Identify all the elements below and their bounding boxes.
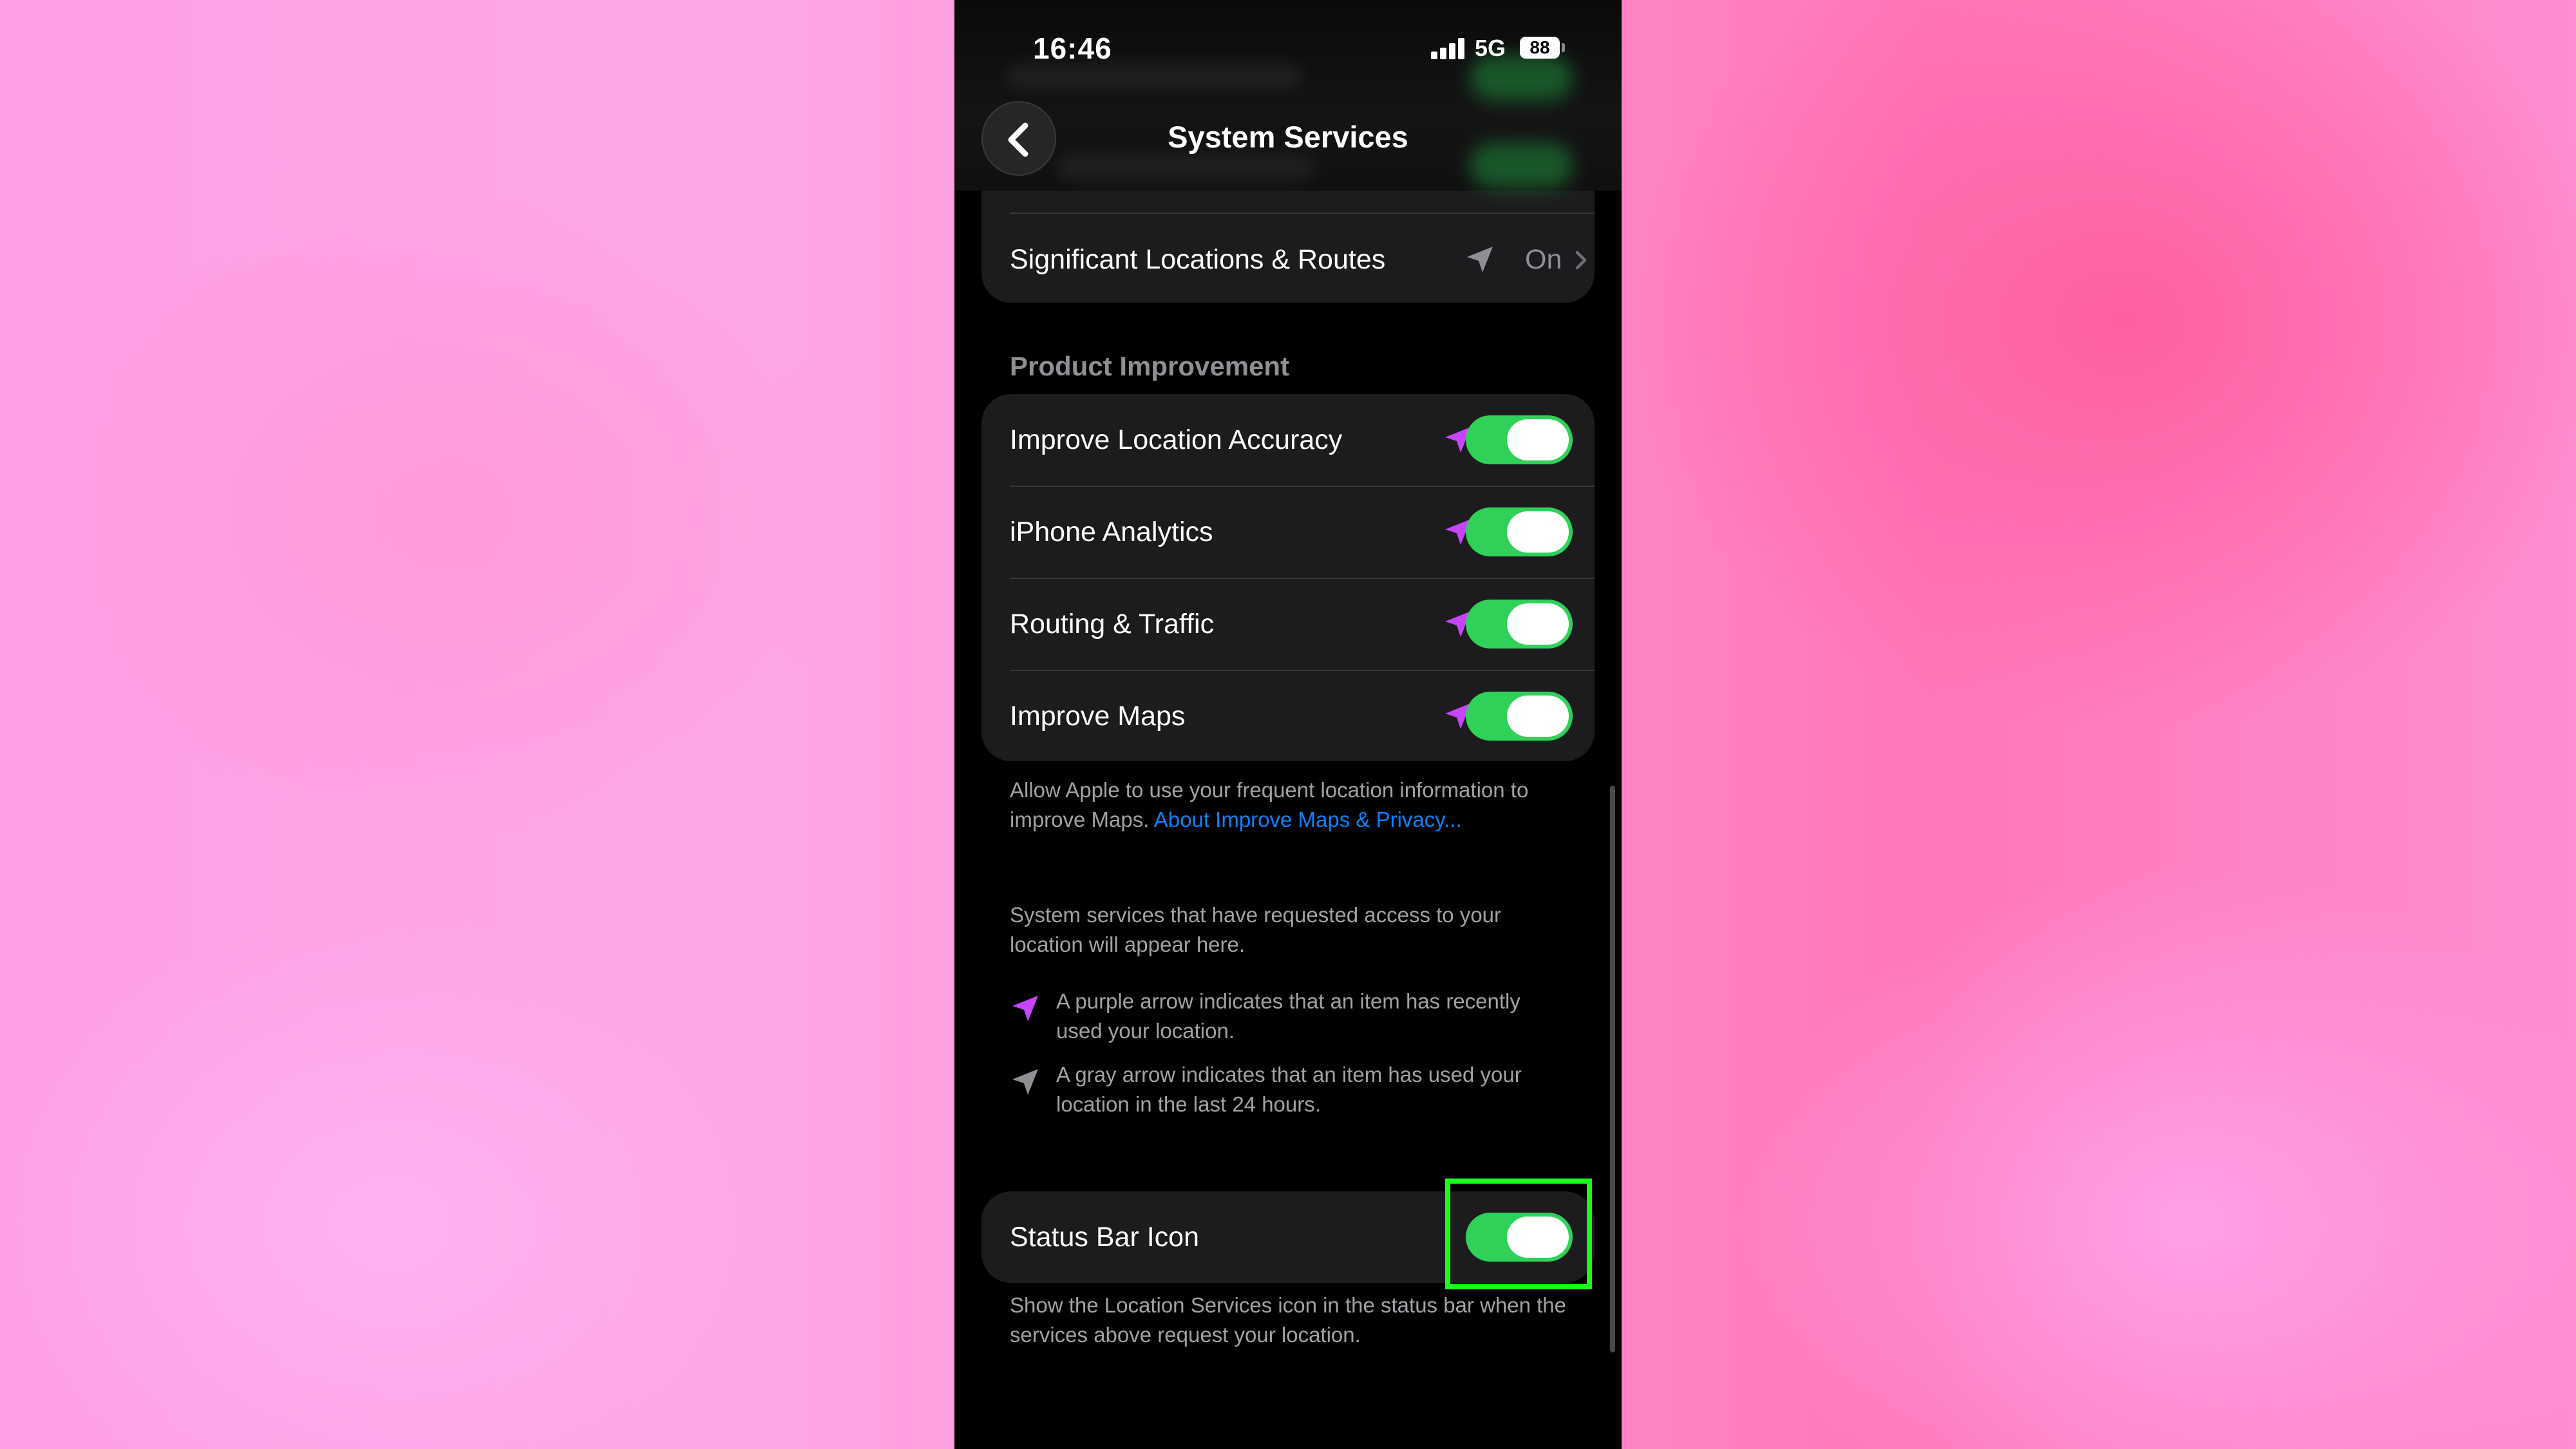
legend-text: A purple arrow indicates that an item ha… [1056,989,1520,1043]
about-improve-maps-link[interactable]: About Improve Maps & Privacy... [1154,808,1462,831]
improve-maps-row: Improve Maps [981,670,1595,762]
improve-maps-footer: Allow Apple to use your frequent locatio… [1010,775,1577,835]
product-improvement-card: Improve Location Accuracy iPhone Analyti… [981,394,1595,761]
row-label: Significant Locations & Routes [1010,244,1386,275]
iphone-analytics-toggle[interactable] [1466,507,1573,556]
status-bar: 16:46 5G 88 [954,0,1622,97]
section-header: Product Improvement [1010,351,1290,381]
page-title: System Services [1168,120,1408,154]
location-arrow-purple-icon [1012,996,1038,1021]
iphone-analytics-row: iPhone Analytics [981,486,1595,578]
improve-maps-toggle[interactable] [1466,692,1573,741]
routing-traffic-row: Routing & Traffic [981,578,1595,670]
battery-nub [1562,43,1565,52]
location-arrow-gray-icon [1467,247,1493,272]
location-arrow-gray-icon [1012,1069,1038,1095]
row-label: Improve Maps [1010,701,1186,732]
network-type: 5G [1475,35,1506,61]
chevron-right-icon [1575,251,1587,270]
highlight-box [1445,1179,1592,1289]
row-label: Improve Location Accuracy [1010,424,1343,455]
significant-locations-row[interactable]: Significant Locations & Routes On [981,214,1595,305]
scrollbar[interactable] [1610,786,1615,1352]
cellular-signal-icon [1431,37,1467,59]
locations-status: On [1525,244,1562,275]
status-time: 16:46 [1033,32,1112,65]
legend-text: A gray arrow indicates that an item has … [1056,1063,1522,1116]
row-label: Routing & Traffic [1010,609,1215,639]
battery-icon: 88 [1520,37,1560,59]
improve-location-accuracy-row: Improve Location Accuracy [981,394,1595,486]
blurred-row [1057,155,1315,180]
system-services-info: System services that have requested acce… [1010,903,1502,956]
row-label: Status Bar Icon [1010,1222,1199,1253]
row-label: iPhone Analytics [1010,516,1213,547]
routing-traffic-toggle[interactable] [1466,600,1573,649]
status-bar-icon-footer: Show the Location Services icon in the s… [1010,1293,1567,1347]
improve-location-accuracy-toggle[interactable] [1466,415,1573,464]
